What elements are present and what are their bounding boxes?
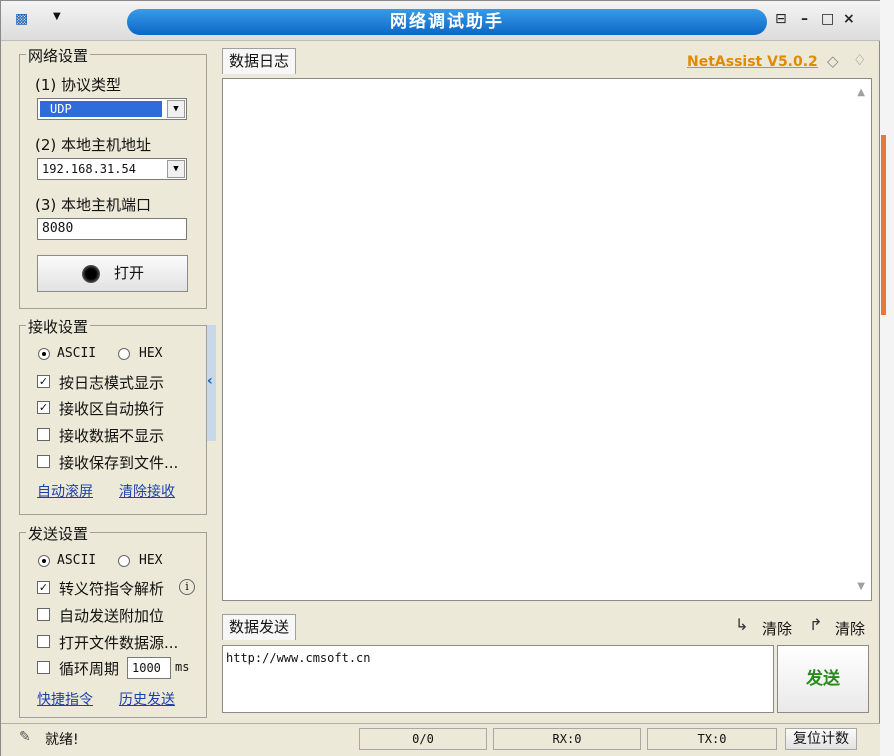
- network-settings-title: 网络设置: [26, 45, 91, 66]
- recv-autowrap-label: 接收区自动换行: [59, 400, 165, 418]
- title-bar[interactable]: ▩ ▼ 网络调试助手 ⊟ – □ ×: [1, 1, 881, 41]
- open-button[interactable]: 打开: [37, 255, 188, 292]
- autoscroll-link[interactable]: 自动滚屏: [37, 481, 93, 501]
- clear-send-label[interactable]: 清除: [762, 618, 792, 639]
- recv-ascii-radio[interactable]: [38, 348, 50, 360]
- netassist-window: ▩ ▼ 网络调试助手 ⊟ – □ × 网络设置 (1) 协议类型 UDP ▼ (…: [0, 0, 881, 756]
- data-log-area[interactable]: ▲ ▼: [222, 78, 872, 601]
- clear-receive-link[interactable]: 清除接收: [119, 481, 175, 501]
- open-button-label: 打开: [114, 264, 145, 282]
- send-settings-title: 发送设置: [26, 523, 91, 544]
- protocol-label: (1) 协议类型: [35, 76, 122, 94]
- maximize-button[interactable]: □: [821, 11, 834, 27]
- diamond-icon[interactable]: ◇: [827, 52, 839, 70]
- clear-log-label[interactable]: 清除: [835, 618, 865, 639]
- tab-data-log[interactable]: 数据日志: [222, 48, 297, 74]
- app-menu-dropdown-icon[interactable]: ▼: [53, 11, 61, 22]
- cycle-period-input[interactable]: 1000: [127, 657, 171, 679]
- port-input[interactable]: 8080: [37, 218, 187, 240]
- record-icon: [82, 265, 100, 283]
- bell-icon[interactable]: ♢: [853, 51, 866, 69]
- restore-view-icon[interactable]: ⊟: [775, 11, 787, 27]
- counter-cell: 0/0: [359, 728, 487, 750]
- shortcut-commands-link[interactable]: 快捷指令: [37, 689, 93, 709]
- clear-send-icon[interactable]: ↳: [735, 615, 748, 634]
- cycle-period-checkbox[interactable]: [37, 661, 50, 674]
- send-hex-radio[interactable]: [118, 555, 130, 567]
- window-title: 网络调试助手: [127, 9, 767, 35]
- scroll-down-icon[interactable]: ▼: [857, 581, 865, 592]
- background-window-edge: [880, 0, 894, 756]
- cycle-unit-label: ms: [175, 660, 190, 674]
- recv-autowrap-checkbox[interactable]: ✓: [37, 401, 50, 414]
- chevron-down-icon[interactable]: ▼: [167, 160, 185, 178]
- escape-parse-label: 转义符指令解析: [59, 580, 165, 598]
- recv-ascii-label: ASCII: [57, 346, 97, 361]
- host-label: (2) 本地主机地址: [35, 136, 152, 154]
- recv-log-mode-checkbox[interactable]: ✓: [37, 375, 50, 388]
- reset-count-button[interactable]: 复位计数: [785, 728, 857, 750]
- close-button[interactable]: ×: [843, 11, 855, 27]
- recv-hide-data-label: 接收数据不显示: [59, 427, 165, 445]
- cycle-period-label: 循环周期: [59, 660, 120, 678]
- send-input[interactable]: http://www.cmsoft.cn: [222, 645, 774, 713]
- port-label: (3) 本地主机端口: [35, 196, 152, 214]
- send-hex-label: HEX: [139, 553, 163, 568]
- status-bar: ✎ 就绪! 0/0 RX:0 TX:0 复位计数: [1, 723, 881, 756]
- info-icon[interactable]: i: [179, 579, 195, 595]
- protocol-value: UDP: [40, 101, 162, 117]
- receive-settings-title: 接收设置: [26, 316, 91, 337]
- app-menu-icon[interactable]: ▩: [15, 11, 28, 27]
- collapse-left-icon[interactable]: ‹: [207, 373, 213, 389]
- recv-save-file-label: 接收保存到文件...: [59, 454, 179, 472]
- open-file-source-label: 打开文件数据源...: [59, 634, 179, 652]
- scroll-up-icon[interactable]: ▲: [857, 87, 865, 98]
- protocol-select[interactable]: UDP ▼: [37, 98, 187, 120]
- tab-data-send[interactable]: 数据发送: [222, 614, 297, 640]
- status-text: 就绪!: [45, 732, 79, 748]
- rx-count: RX:0: [493, 728, 641, 750]
- host-address-value: 192.168.31.54: [42, 162, 136, 176]
- chevron-down-icon[interactable]: ▼: [167, 100, 185, 118]
- recv-log-mode-label: 按日志模式显示: [59, 374, 165, 392]
- send-button[interactable]: 发送: [777, 645, 869, 713]
- host-address-select[interactable]: 192.168.31.54 ▼: [37, 158, 187, 180]
- recv-save-file-checkbox[interactable]: [37, 455, 50, 468]
- escape-parse-checkbox[interactable]: ✓: [37, 581, 50, 594]
- tx-count: TX:0: [647, 728, 777, 750]
- brand-version-link[interactable]: NetAssist V5.0.2: [687, 54, 818, 70]
- recv-hex-radio[interactable]: [118, 348, 130, 360]
- send-ascii-label: ASCII: [57, 553, 97, 568]
- status-icon: ✎: [19, 729, 31, 745]
- clear-log-icon[interactable]: ↱: [809, 615, 822, 634]
- background-scrollbar: [881, 135, 886, 315]
- recv-hide-data-checkbox[interactable]: [37, 428, 50, 441]
- auto-append-checkbox[interactable]: [37, 608, 50, 621]
- recv-hex-label: HEX: [139, 346, 163, 361]
- open-file-source-checkbox[interactable]: [37, 635, 50, 648]
- send-ascii-radio[interactable]: [38, 555, 50, 567]
- auto-append-label: 自动发送附加位: [59, 607, 165, 625]
- minimize-button[interactable]: –: [801, 11, 808, 27]
- send-history-link[interactable]: 历史发送: [119, 689, 175, 709]
